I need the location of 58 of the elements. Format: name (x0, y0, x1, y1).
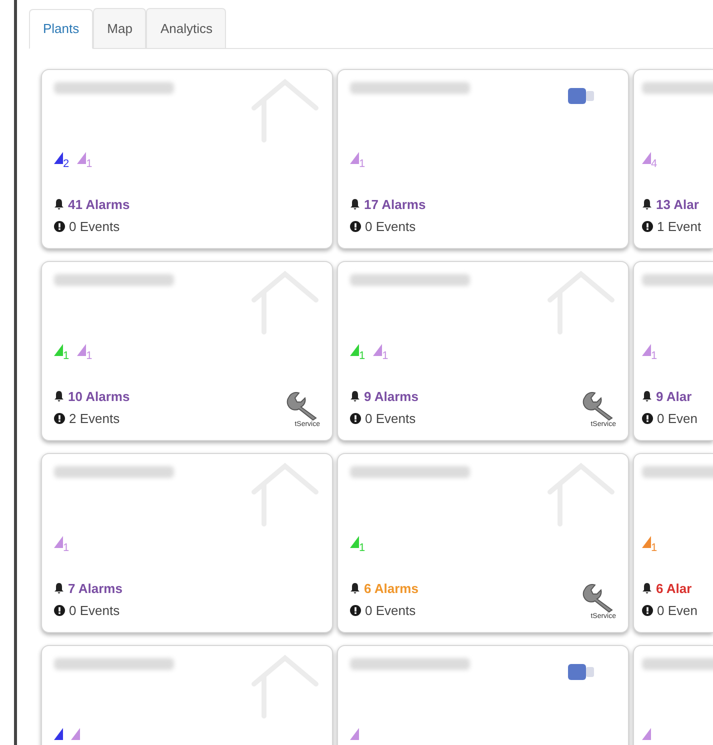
event-icon (642, 412, 653, 424)
device-icon (566, 86, 596, 106)
bell-icon (350, 391, 360, 402)
signal-count: 4 (651, 159, 658, 170)
alarm-count[interactable]: 7 Alarms (68, 579, 122, 598)
plant-card[interactable]: 1 6 Alar 0 Even (633, 453, 713, 633)
event-count: 0 Events (365, 602, 416, 620)
bell-icon (54, 199, 64, 210)
plant-card[interactable]: 2 1 41 Alarms 0 Events (41, 69, 333, 249)
alarm-count[interactable]: 13 Alar (656, 195, 699, 214)
event-icon (350, 220, 361, 232)
signal-count: 2 (63, 159, 70, 170)
signal-count: 1 (63, 351, 70, 362)
plant-card[interactable]: 1 9 Alar 0 Even (633, 261, 713, 441)
event-count: 0 Events (365, 410, 416, 428)
bell-icon (642, 583, 652, 594)
event-icon (54, 412, 65, 424)
signal-count: 1 (359, 159, 366, 170)
event-icon (642, 604, 653, 616)
signal-count: 1 (651, 543, 658, 554)
signal-count: 1 (63, 543, 70, 554)
alarm-count[interactable]: 9 Alar (656, 387, 692, 406)
event-icon (54, 604, 65, 616)
tab[interactable]: Map (93, 8, 146, 48)
bell-icon (54, 583, 64, 594)
bell-icon (350, 583, 360, 594)
event-count: 0 Events (69, 602, 120, 620)
signal-count: 1 (382, 351, 388, 362)
alarm-count[interactable]: 9 Alarms (364, 387, 418, 406)
signal-count: 1 (86, 351, 92, 362)
event-count: 0 Even (657, 410, 698, 428)
plant-card[interactable]: 4 13 Alar 1 Event (633, 69, 713, 249)
event-icon (54, 220, 65, 232)
event-count: 0 Events (69, 218, 120, 236)
device-icon (566, 662, 596, 682)
bell-icon (642, 391, 652, 402)
event-count: 1 Event (657, 218, 702, 236)
event-count: 0 Even (657, 602, 698, 620)
tab[interactable]: Plants (29, 9, 94, 49)
event-icon (350, 604, 361, 616)
plant-card[interactable]: 1 7 Alarms 0 Events (41, 453, 333, 633)
bell-icon (54, 391, 64, 402)
alarm-count[interactable]: 17 Alarms (364, 195, 426, 214)
plant-card[interactable]: 1 17 Alarms 0 Events (337, 69, 629, 249)
signal-count: 1 (359, 351, 366, 362)
event-icon (642, 220, 653, 232)
signal-count: 1 (86, 159, 92, 170)
bell-icon (642, 199, 652, 210)
alarm-count[interactable]: 41 Alarms (68, 195, 130, 214)
signal-count: 1 (651, 351, 658, 362)
event-count: 2 Events (69, 410, 120, 428)
alarm-count[interactable]: 10 Alarms (68, 387, 130, 406)
signal-count: 1 (359, 543, 366, 554)
bell-icon (350, 199, 360, 210)
alarm-count[interactable]: 6 Alar (656, 579, 692, 598)
event-count: 0 Events (365, 218, 416, 236)
event-icon (350, 412, 361, 424)
tab[interactable]: Analytics (146, 8, 226, 48)
